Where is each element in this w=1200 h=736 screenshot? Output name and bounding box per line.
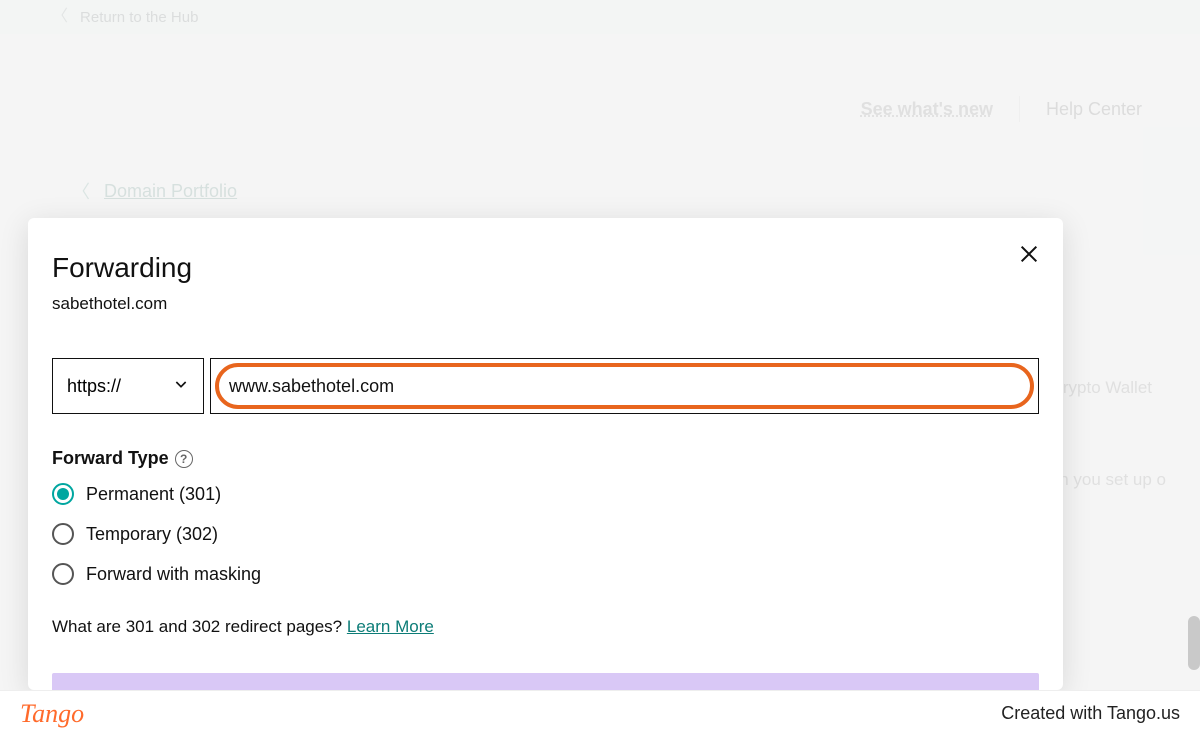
close-icon (1018, 243, 1040, 265)
breadcrumb-link[interactable]: Domain Portfolio (104, 181, 237, 202)
header-links: See what's new Help Center (861, 96, 1142, 122)
radio-label: Temporary (302) (86, 524, 218, 545)
destination-field-wrap (210, 358, 1039, 414)
destination-row: https:// (52, 358, 1039, 414)
protocol-value: https:// (67, 376, 121, 397)
radio-temporary[interactable]: Temporary (302) (52, 523, 1039, 545)
radio-icon (52, 483, 74, 505)
footer-credit: Created with Tango.us (1001, 703, 1180, 724)
see-whats-new-link[interactable]: See what's new (861, 99, 993, 120)
breadcrumb[interactable]: 〈 Domain Portfolio (72, 178, 237, 204)
modal-domain: sabethotel.com (52, 294, 1039, 314)
divider (1019, 96, 1020, 122)
radio-permanent[interactable]: Permanent (301) (52, 483, 1039, 505)
tango-logo: Tango (20, 699, 84, 729)
learn-more-row: What are 301 and 302 redirect pages? Lea… (52, 617, 1039, 637)
help-center-link[interactable]: Help Center (1046, 99, 1142, 120)
bg-text-crypto: rypto Wallet (1063, 378, 1152, 398)
return-hub-link[interactable]: Return to the Hub (80, 9, 198, 26)
footer: Tango Created with Tango.us (0, 690, 1200, 736)
modal-title: Forwarding (52, 252, 1039, 284)
radio-label: Permanent (301) (86, 484, 221, 505)
nameservers-banner: We'll automatically update your domain t… (52, 673, 1039, 690)
radio-icon (52, 563, 74, 585)
radio-icon (52, 523, 74, 545)
chevron-left-icon: 〈 (72, 178, 90, 204)
forward-type-label: Forward Type ? (52, 448, 1039, 469)
forwarding-modal: Forwarding sabethotel.com https:// Forwa… (28, 218, 1063, 690)
topbar[interactable]: 〈 Return to the Hub (0, 0, 1200, 34)
close-button[interactable] (1015, 240, 1043, 268)
destination-input[interactable] (229, 376, 1020, 397)
radio-masking[interactable]: Forward with masking (52, 563, 1039, 585)
chevron-left-icon: 〈 (52, 9, 68, 25)
help-icon[interactable]: ? (175, 450, 193, 468)
learn-more-link[interactable]: Learn More (347, 617, 434, 636)
destination-highlight (215, 363, 1034, 409)
protocol-select[interactable]: https:// (52, 358, 204, 414)
scrollbar[interactable] (1188, 616, 1200, 670)
chevron-down-icon (173, 376, 189, 397)
radio-label: Forward with masking (86, 564, 261, 585)
